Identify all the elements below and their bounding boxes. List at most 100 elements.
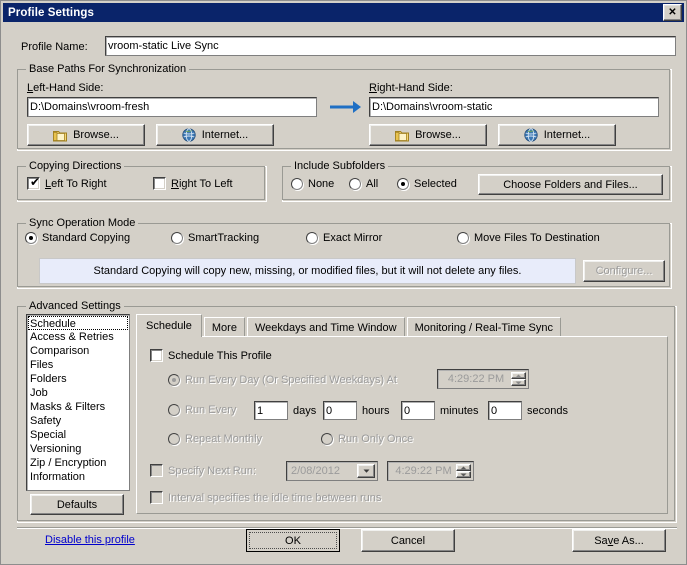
radio-circle xyxy=(168,404,180,416)
radio-subfolders-none-label: None xyxy=(308,178,335,190)
list-item[interactable]: Job xyxy=(28,386,128,400)
radio-subfolders-selected-label: Selected xyxy=(414,178,457,190)
radio-smarttracking[interactable]: SmartTracking xyxy=(171,232,259,244)
run-every-minutes-input[interactable]: 0 xyxy=(401,401,435,420)
settings-tabstrip: Schedule More Weekdays and Time Window Moni… xyxy=(136,314,668,337)
radio-run-every-day[interactable]: Run Every Day (Or Specified Weekdays) At xyxy=(168,374,397,386)
browse-left-label: Browse... xyxy=(73,129,119,141)
radio-subfolders-all[interactable]: All xyxy=(349,178,378,190)
right-hand-side-input[interactable]: D:\Domains\vroom-static xyxy=(369,97,659,117)
checkbox-box xyxy=(150,464,163,477)
spinner-up-icon[interactable] xyxy=(456,464,471,471)
defaults-button[interactable]: Defaults xyxy=(30,494,124,515)
internet-right-button[interactable]: Internet... xyxy=(498,124,616,146)
checkbox-box xyxy=(150,491,163,504)
radio-run-every[interactable]: Run Every xyxy=(168,404,236,416)
tab-schedule[interactable]: Schedule xyxy=(136,314,202,337)
checkbox-box xyxy=(153,177,166,190)
profile-settings-dialog: Profile Settings ✕ Profile Name: vroom-s… xyxy=(0,0,687,565)
next-run-date-combo[interactable]: 2/08/2012 xyxy=(286,461,378,481)
list-item[interactable]: Information xyxy=(28,470,128,484)
radio-circle xyxy=(171,232,183,244)
run-every-days-input[interactable]: 1 xyxy=(254,401,288,420)
radio-circle xyxy=(457,232,469,244)
folder-icon xyxy=(53,129,68,142)
radio-subfolders-selected[interactable]: Selected xyxy=(397,178,457,190)
chevron-down-icon[interactable] xyxy=(357,464,375,478)
disable-this-profile-link[interactable]: Disable this profile xyxy=(45,534,135,546)
title-bar: Profile Settings ✕ xyxy=(3,3,684,22)
time-spinner[interactable] xyxy=(511,372,526,386)
list-item[interactable]: Versioning xyxy=(28,442,128,456)
radio-move-files-label: Move Files To Destination xyxy=(474,232,600,244)
list-item[interactable]: Masks & Filters xyxy=(28,400,128,414)
tab-weekdays-and-time-window[interactable]: Weekdays and Time Window xyxy=(246,317,405,337)
spinner-down-icon[interactable] xyxy=(511,379,526,386)
radio-circle xyxy=(25,232,37,244)
seconds-label: seconds xyxy=(527,405,568,417)
radio-repeat-monthly[interactable]: Repeat Monthly xyxy=(168,433,262,445)
radio-run-only-once[interactable]: Run Only Once xyxy=(321,433,413,445)
radio-run-only-once-label: Run Only Once xyxy=(338,433,414,445)
spinner-up-icon[interactable] xyxy=(511,372,526,379)
radio-circle xyxy=(291,178,303,190)
internet-left-label: Internet... xyxy=(201,129,249,141)
list-item[interactable]: Special xyxy=(28,428,128,442)
checkbox-interval-idle-time[interactable]: Interval specifies the idle time between… xyxy=(150,491,381,504)
run-every-day-time-input[interactable]: 4:29:22 PM xyxy=(437,369,529,389)
list-item[interactable]: Folders xyxy=(28,372,128,386)
ok-button[interactable]: OK xyxy=(246,529,340,552)
browse-left-button[interactable]: Browse... xyxy=(27,124,145,146)
window-title: Profile Settings xyxy=(8,6,94,19)
save-as-button-label: Save As... xyxy=(594,534,644,547)
left-hand-side-label: Left-Hand Side: xyxy=(27,82,104,94)
checkbox-right-to-left[interactable]: Right To Left xyxy=(153,177,233,190)
checkbox-box xyxy=(150,349,163,362)
run-every-seconds-input[interactable]: 0 xyxy=(488,401,522,420)
radio-exact-mirror-label: Exact Mirror xyxy=(323,232,383,244)
checkbox-left-to-right[interactable]: ✔ Left To Right xyxy=(27,176,107,190)
advanced-settings-group-title: Advanced Settings xyxy=(26,300,124,312)
checkbox-right-to-left-label: Right To Left xyxy=(171,177,233,190)
sync-mode-info-bar: Standard Copying will copy new, missing,… xyxy=(39,258,576,284)
browse-right-button[interactable]: Browse... xyxy=(369,124,487,146)
checkbox-schedule-this-profile-label: Schedule This Profile xyxy=(168,349,272,362)
checkbox-schedule-this-profile[interactable]: Schedule This Profile xyxy=(150,349,272,362)
next-run-time-input[interactable]: 4:29:22 PM xyxy=(387,461,474,481)
radio-run-every-label: Run Every xyxy=(185,404,237,416)
radio-subfolders-none[interactable]: None xyxy=(291,178,334,190)
checkbox-specify-next-run[interactable]: Specify Next Run: xyxy=(150,464,256,477)
choose-folders-and-files-button[interactable]: Choose Folders and Files... xyxy=(478,174,663,195)
profile-name-input[interactable]: vroom-static Live Sync xyxy=(105,36,676,56)
right-hand-side-label: Right-Hand Side: xyxy=(369,82,453,94)
checkbox-box: ✔ xyxy=(27,176,40,190)
next-run-time-value: 4:29:22 PM xyxy=(395,465,452,477)
tab-monitoring-real-time-sync[interactable]: Monitoring / Real-Time Sync xyxy=(406,317,561,337)
radio-run-every-day-label: Run Every Day (Or Specified Weekdays) At xyxy=(185,374,397,386)
tab-more[interactable]: More xyxy=(203,317,245,337)
internet-left-button[interactable]: Internet... xyxy=(156,124,274,146)
list-item[interactable]: Files xyxy=(28,358,128,372)
radio-move-files-to-destination[interactable]: Move Files To Destination xyxy=(457,232,600,244)
spinner-down-icon[interactable] xyxy=(456,471,471,478)
advanced-settings-list[interactable]: Schedule Access & Retries Comparison Files F… xyxy=(26,314,130,491)
cancel-button[interactable]: Cancel xyxy=(361,529,455,552)
radio-circle xyxy=(397,178,409,190)
list-item[interactable]: Safety xyxy=(28,414,128,428)
left-hand-side-input[interactable]: D:\Domains\vroom-fresh xyxy=(27,97,317,117)
configure-button[interactable]: Configure... xyxy=(583,260,665,282)
radio-repeat-monthly-label: Repeat Monthly xyxy=(185,433,263,445)
radio-circle xyxy=(306,232,318,244)
radio-standard-copying[interactable]: Standard Copying xyxy=(25,232,130,244)
copying-directions-group-title: Copying Directions xyxy=(26,160,125,172)
close-icon[interactable]: ✕ xyxy=(663,4,682,21)
time-spinner[interactable] xyxy=(456,464,471,478)
list-item[interactable]: Zip / Encryption xyxy=(28,456,128,470)
minutes-label: minutes xyxy=(440,405,479,417)
save-as-button[interactable]: Save As... xyxy=(572,529,666,552)
list-item[interactable]: Schedule xyxy=(28,316,128,330)
run-every-hours-input[interactable]: 0 xyxy=(323,401,357,420)
list-item[interactable]: Access & Retries xyxy=(28,330,128,344)
radio-exact-mirror[interactable]: Exact Mirror xyxy=(306,232,382,244)
list-item[interactable]: Comparison xyxy=(28,344,128,358)
